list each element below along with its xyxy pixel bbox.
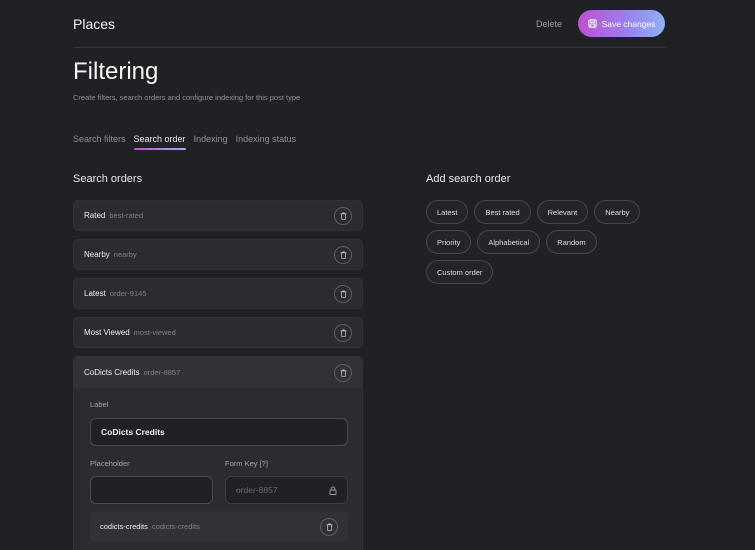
- trash-icon[interactable]: [334, 284, 352, 303]
- form-key-value: order-8857: [236, 485, 278, 495]
- order-key: most-viewed: [133, 328, 176, 337]
- add-order-custom-button[interactable]: Custom order: [426, 260, 494, 284]
- placeholder-field-label: Placeholder: [90, 459, 130, 468]
- page-title: Filtering: [73, 58, 159, 85]
- sub-order-item[interactable]: codicts-credits codicts-credits: [90, 511, 348, 542]
- sub-order-key: codicts-credits: [151, 522, 200, 531]
- delete-button[interactable]: Delete: [536, 19, 562, 29]
- app-title: Places: [73, 16, 116, 32]
- add-order-priority-button[interactable]: Priority: [426, 230, 472, 254]
- order-key: nearby: [113, 250, 137, 259]
- label-field-label: Label: [90, 400, 109, 409]
- expanded-order-header[interactable]: CoDicts Credits order-8857: [74, 357, 362, 388]
- top-bar: Places Delete Save changes: [73, 0, 665, 48]
- trash-icon[interactable]: [334, 323, 352, 342]
- placeholder-input[interactable]: [90, 476, 213, 504]
- page-subtitle: Create filters, search orders and config…: [73, 93, 301, 102]
- save-icon: [587, 19, 597, 28]
- trash-icon[interactable]: [334, 245, 352, 264]
- order-name: Most Viewed: [84, 328, 130, 337]
- add-search-order-heading: Add search order: [426, 173, 511, 185]
- trash-icon[interactable]: [334, 206, 352, 225]
- form-key-field-label[interactable]: Form Key [?]: [225, 459, 268, 468]
- sub-order-name: codicts-credits: [100, 522, 148, 531]
- search-orders-list: Rated best-rated Nearby nearby Latest or…: [73, 200, 363, 550]
- tab-search-order[interactable]: Search order: [133, 134, 186, 150]
- search-order-item[interactable]: Most Viewed most-viewed: [73, 317, 363, 348]
- trash-icon[interactable]: [320, 517, 338, 536]
- add-order-latest-button[interactable]: Latest: [426, 200, 469, 224]
- tab-indexing-status[interactable]: Indexing status: [236, 134, 297, 150]
- order-key: best-rated: [109, 211, 144, 220]
- tab-bar: Search filters Search order Indexing Ind…: [73, 134, 296, 150]
- order-key: order-8857: [143, 368, 181, 377]
- search-order-item[interactable]: Rated best-rated: [73, 200, 363, 231]
- add-order-alphabetical-button[interactable]: Alphabetical: [477, 230, 541, 254]
- search-order-item[interactable]: Nearby nearby: [73, 239, 363, 270]
- form-key-field: order-8857: [225, 476, 348, 504]
- order-key: order-9145: [109, 289, 147, 298]
- save-changes-button[interactable]: Save changes: [578, 10, 665, 37]
- order-name: Latest: [84, 289, 106, 298]
- save-changes-label: Save changes: [601, 18, 656, 29]
- lock-icon: [329, 486, 337, 495]
- label-input[interactable]: [90, 418, 348, 446]
- add-search-order-options: Latest Best rated Relevant Nearby Priori…: [426, 200, 656, 284]
- trash-icon[interactable]: [334, 363, 352, 382]
- tab-indexing[interactable]: Indexing: [194, 134, 228, 150]
- order-name: CoDicts Credits: [84, 368, 140, 377]
- add-order-best-rated-button[interactable]: Best rated: [474, 200, 531, 224]
- add-order-nearby-button[interactable]: Nearby: [594, 200, 641, 224]
- add-order-random-button[interactable]: Random: [546, 230, 597, 254]
- expanded-search-order: CoDicts Credits order-8857 Label Placeho…: [73, 356, 363, 550]
- order-name: Nearby: [84, 250, 110, 259]
- add-order-relevant-button[interactable]: Relevant: [536, 200, 589, 224]
- search-orders-heading: Search orders: [73, 173, 143, 185]
- expanded-order-form: Label Placeholder Form Key [?] order-885…: [74, 388, 362, 550]
- search-order-item[interactable]: Latest order-9145: [73, 278, 363, 309]
- tab-search-filters[interactable]: Search filters: [73, 134, 126, 150]
- order-name: Rated: [84, 211, 106, 220]
